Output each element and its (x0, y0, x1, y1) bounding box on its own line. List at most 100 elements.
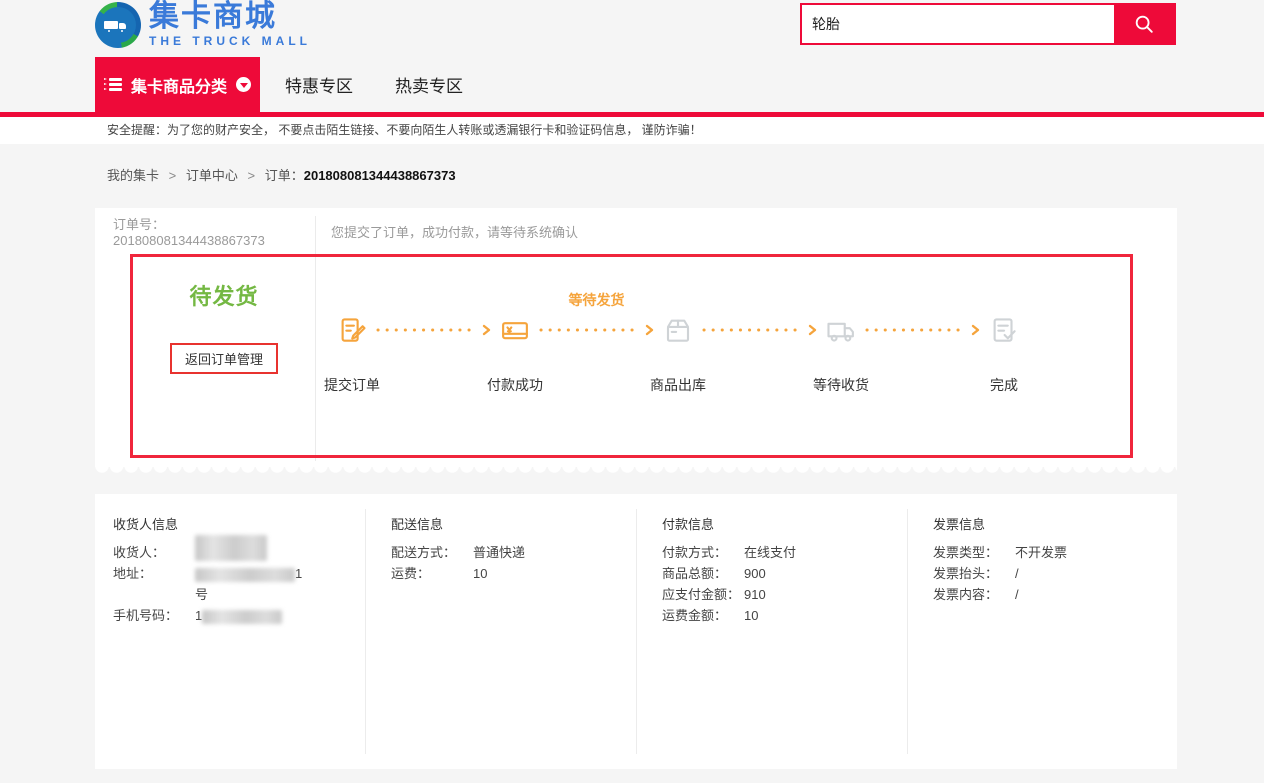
step-connector (856, 315, 989, 345)
page: 集卡商城 THE TRUCK MALL 集卡商品分类 特惠专区 热卖专区 安全提… (0, 0, 1264, 783)
detail-row: 运费： 10 (391, 563, 636, 584)
section-title: 配送信息 (391, 514, 636, 533)
row-label (113, 584, 195, 605)
step-label: 提交订单 (324, 375, 380, 395)
step-connector (693, 315, 826, 345)
brand-subtitle: THE TRUCK MALL (149, 34, 311, 48)
detail-row: 发票抬头： / (933, 563, 1177, 584)
site-header: 集卡商城 THE TRUCK MALL (0, 0, 1264, 57)
order-status: 待发货 (189, 279, 258, 311)
step-complete: 完成 (989, 315, 1019, 345)
search-button[interactable] (1114, 5, 1174, 43)
row-label: 应支付金额： (662, 584, 744, 605)
row-value: 普通快递 (473, 542, 525, 563)
package-icon (663, 315, 693, 345)
breadcrumb-item-order-center[interactable]: 订单中心 (186, 168, 238, 183)
document-edit-icon (337, 315, 367, 345)
nav-category-label: 集卡商品分类 (131, 73, 227, 97)
truck-icon (826, 315, 856, 345)
censored-value (202, 610, 282, 624)
row-label: 运费金额： (662, 605, 744, 626)
row-label: 运费： (391, 563, 473, 584)
site-logo[interactable]: 集卡商城 THE TRUCK MALL (95, 2, 311, 48)
row-value: / (1015, 563, 1019, 584)
step-label: 等待收货 (813, 375, 869, 395)
breadcrumb-order-label: 订单： (265, 168, 304, 183)
detail-row: 手机号码： 1 (113, 605, 365, 626)
step-label: 商品出库 (650, 375, 706, 395)
bank-card-icon (500, 315, 530, 345)
step-connector: 等待发货 (530, 315, 663, 345)
section-title: 收货人信息 (113, 514, 365, 533)
section-title: 发票信息 (933, 514, 1177, 533)
nav-category-button[interactable]: 集卡商品分类 (95, 57, 260, 112)
back-to-orders-button[interactable]: 返回订单管理 (170, 343, 278, 374)
detail-row: 号 (113, 584, 365, 605)
step-goods-dispatched: 商品出库 (663, 315, 693, 345)
breadcrumb-item-my-account[interactable]: 我的集卡 (107, 168, 159, 183)
step-awaiting-receipt: 等待收货 (826, 315, 856, 345)
shipping-section: 配送信息 配送方式： 普通快递 运费： 10 (366, 494, 636, 769)
detail-row: 配送方式： 普通快递 (391, 542, 636, 563)
breadcrumb-separator: > (169, 168, 177, 183)
status-box: 待发货 返回订单管理 提交订单 (130, 254, 1133, 458)
order-status-card: 订单号： 201808081344438867373 您提交了订单，成功付款，请… (95, 208, 1177, 476)
step-connector (367, 315, 500, 345)
menu-icon (104, 76, 122, 94)
waiting-shipment-label: 等待发货 (530, 290, 663, 310)
detail-row: 发票内容： / (933, 584, 1177, 605)
row-label: 手机号码： (113, 605, 195, 626)
row-value: 1 (295, 566, 302, 581)
breadcrumb-separator: > (248, 168, 256, 183)
step-label: 付款成功 (487, 375, 543, 395)
nav-item-special-offers[interactable]: 特惠专区 (285, 72, 353, 97)
order-status-message: 您提交了订单，成功付款，请等待系统确认 (315, 222, 578, 241)
order-number-label: 订单号： (113, 217, 165, 232)
detail-row: 地址： 1 (113, 563, 365, 584)
consignee-section: 收货人信息 收货人： 地址： 1 号 手机号码： 1 (95, 494, 365, 769)
row-label: 收货人： (113, 542, 195, 563)
row-value: 不开发票 (1015, 542, 1067, 563)
breadcrumb: 我的集卡 > 订单中心 > 订单：201808081344438867373 (107, 165, 1264, 184)
censored-value (195, 535, 267, 561)
search-input[interactable] (802, 5, 1114, 43)
row-label: 配送方式： (391, 542, 473, 563)
step-submit-order: 提交订单 (337, 315, 367, 345)
row-value: / (1015, 584, 1019, 605)
row-label: 付款方式： (662, 542, 744, 563)
chevron-down-circle-icon (236, 77, 251, 92)
step-payment-success: 付款成功 (500, 315, 530, 345)
invoice-section: 发票信息 发票类型： 不开发票 发票抬头： / 发票内容： / (908, 494, 1177, 769)
card-scalloped-edge (95, 467, 1177, 476)
detail-row: 运费金额： 10 (662, 605, 907, 626)
nav-item-hot-sales[interactable]: 热卖专区 (395, 72, 463, 97)
censored-value (195, 568, 295, 582)
search-box (800, 3, 1176, 45)
row-value: 号 (195, 584, 208, 605)
row-label: 地址： (113, 563, 195, 584)
detail-row: 商品总额： 900 (662, 563, 907, 584)
document-check-icon (989, 315, 1019, 345)
detail-row: 付款方式： 在线支付 (662, 542, 907, 563)
brand-name: 集卡商城 (149, 2, 311, 32)
row-value: 在线支付 (744, 542, 796, 563)
section-title: 付款信息 (662, 514, 907, 533)
order-number: 201808081344438867373 (113, 233, 265, 248)
logo-truck-icon (95, 2, 141, 48)
row-value: 910 (744, 584, 766, 605)
row-label: 发票抬头： (933, 563, 1015, 584)
order-details-card: 收货人信息 收货人： 地址： 1 号 手机号码： 1 配送信息 配送方式： (95, 494, 1177, 769)
payment-section: 付款信息 付款方式： 在线支付 商品总额： 900 应支付金额： 910 运费金… (637, 494, 907, 769)
row-label: 发票类型： (933, 542, 1015, 563)
row-value: 900 (744, 563, 766, 584)
breadcrumb-order-number: 201808081344438867373 (304, 168, 456, 183)
search-icon (1133, 13, 1155, 35)
detail-row: 收货人： (113, 542, 365, 563)
row-value: 10 (473, 563, 487, 584)
row-label: 商品总额： (662, 563, 744, 584)
row-value: 1 (195, 608, 202, 623)
step-label: 完成 (990, 375, 1018, 395)
main-nav: 集卡商品分类 特惠专区 热卖专区 (0, 57, 1264, 112)
security-notice: 安全提醒：为了您的财产安全， 不要点击陌生链接、不要向陌生人转账或透漏银行卡和验… (0, 117, 1264, 144)
row-value: 10 (744, 605, 758, 626)
